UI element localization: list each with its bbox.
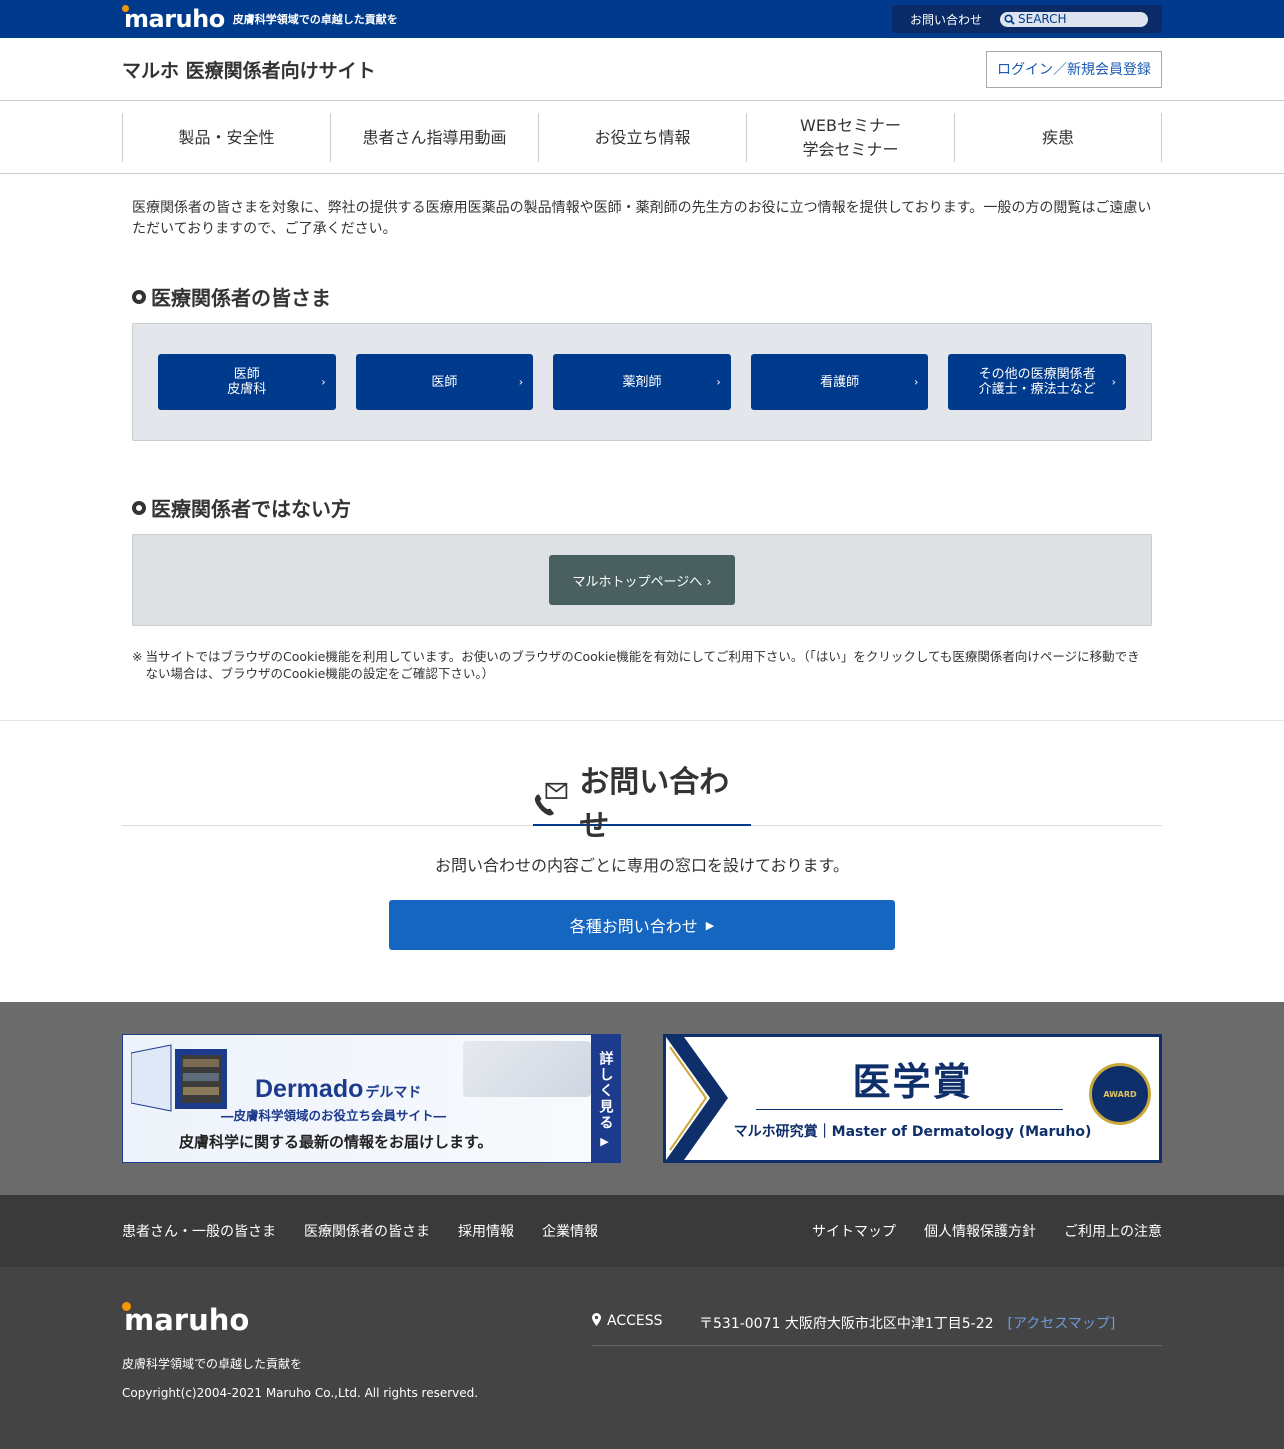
award-divider xyxy=(756,1109,1063,1110)
caret-right-icon: ▶ xyxy=(600,1135,611,1148)
footer-link-sitemap[interactable]: サイトマップ xyxy=(812,1221,896,1241)
dermado-banner[interactable]: Dermado デルマド ―皮膚科学領域のお役立ち会員サイト― 皮膚科学に関する最… xyxy=(122,1034,621,1163)
logo-wordmark: maruho xyxy=(122,5,225,33)
cookie-note: ※ 当サイトではブラウザのCookie機能を利用しています。お使いのブラウザのC… xyxy=(132,648,1152,682)
footer-link-medical[interactable]: 医療関係者の皆さま xyxy=(304,1221,430,1241)
chevron-right-icon: › xyxy=(716,375,721,389)
brand-logo[interactable]: maruho 皮膚科学領域での卓越した貢献を xyxy=(122,5,398,33)
footer-link-patients[interactable]: 患者さん・一般の皆さま xyxy=(122,1221,276,1241)
logo-dot-icon xyxy=(122,5,129,12)
brand-tagline: 皮膚科学領域での卓越した貢献を xyxy=(232,13,398,26)
footer-links-left: 患者さん・一般の皆さま 医療関係者の皆さま 採用情報 企業情報 xyxy=(122,1221,626,1241)
profession-panel: 医師 皮膚科 › 医師 › 薬剤師 › 看護師 › その他の医療関係者 介護士・療法… xyxy=(132,323,1152,441)
bookshelf-window-illustration xyxy=(131,1044,227,1112)
footer-link-terms[interactable]: ご利用上の注意 xyxy=(1064,1221,1162,1241)
profession-button-nurse[interactable]: 看護師 › xyxy=(750,354,929,410)
search-placeholder: SEARCH xyxy=(1018,12,1067,26)
nav-products-safety[interactable]: 製品・安全性 xyxy=(122,113,330,162)
footer: maruho 皮膚科学領域での卓越した貢献を Copyright(c)2004-… xyxy=(0,1267,1284,1449)
section-title-non-professionals: 医療関係者ではない方 xyxy=(132,493,1152,522)
utility-area: お問い合わせ SEARCH xyxy=(891,5,1162,33)
dermado-subtitle: ―皮膚科学領域のお役立ち会員サイト― xyxy=(221,1108,447,1123)
access-info: ACCESS 〒531-0071 大阪府大阪市北区中津1丁目5-22 [アクセス… xyxy=(592,1303,1162,1346)
footer-link-recruit[interactable]: 採用情報 xyxy=(458,1221,514,1241)
logo-dot-icon xyxy=(122,1302,131,1311)
login-register-button[interactable]: ログイン／新規会員登録 xyxy=(986,50,1162,88)
profession-button-pharmacist[interactable]: 薬剤師 › xyxy=(553,354,731,410)
profession-button-other[interactable]: その他の医療関係者 介護士・療法士など › xyxy=(948,354,1126,410)
note-mark: ※ xyxy=(132,649,143,664)
dermado-title: Dermado デルマド xyxy=(255,1075,422,1103)
footer-link-privacy[interactable]: 個人情報保護方針 xyxy=(924,1221,1036,1241)
intro-text: 医療関係者の皆さまを対象に、弊社の提供する医療用医薬品の製品情報や医師・薬剤師の… xyxy=(132,200,1152,237)
global-nav: 製品・安全性 患者さん指導用動画 お役立ち情報 WEBセミナー 学会セミナー 疾患 xyxy=(0,101,1284,174)
search-input[interactable]: SEARCH xyxy=(1000,11,1148,27)
medical-award-banner[interactable]: 医学賞 マルホ研究賞｜Master of Dermatology (Maruho… xyxy=(663,1034,1162,1163)
maruho-top-page-button[interactable]: マルホトップページへ › xyxy=(549,555,735,605)
ring-bullet-icon xyxy=(132,289,146,304)
copyright: Copyright(c)2004-2021 Maruho Co.,Ltd. Al… xyxy=(122,1386,479,1400)
search-icon xyxy=(1004,13,1015,25)
top-bar: maruho 皮膚科学領域での卓越した貢献を お問い合わせ SEARCH xyxy=(0,0,1284,38)
address: 〒531-0071 大阪府大阪市北区中津1丁目5-22 xyxy=(699,1316,994,1332)
dermado-message: 皮膚科学に関する最新の情報をお届けします。 xyxy=(179,1133,493,1151)
access-label: ACCESS xyxy=(607,1313,663,1329)
chevron-right-icon: › xyxy=(1111,375,1116,389)
footer-links-bar: 患者さん・一般の皆さま 医療関係者の皆さま 採用情報 企業情報 サイトマップ 個… xyxy=(0,1195,1284,1267)
map-pin-icon xyxy=(592,1313,601,1326)
nav-useful-info[interactable]: お役立ち情報 xyxy=(538,113,746,162)
chevron-right-icon: › xyxy=(518,375,524,389)
caret-right-icon: ▶ xyxy=(705,918,715,932)
footer-logo[interactable]: maruho xyxy=(122,1302,478,1337)
section-title-professionals: 医療関係者の皆さま xyxy=(132,282,1152,311)
ring-bullet-icon xyxy=(132,500,146,515)
contact-header: お問い合わせ xyxy=(122,765,1162,844)
contact-section: お問い合わせ お問い合わせの内容ごとに専用の窓口を設けております。 各種お問い合… xyxy=(0,721,1284,1002)
nav-diseases[interactable]: 疾患 xyxy=(954,113,1162,162)
site-header: マルホ 医療関係者向けサイト ログイン／新規会員登録 xyxy=(0,38,1284,101)
award-title: 医学賞 xyxy=(852,1060,973,1104)
footer-link-company[interactable]: 企業情報 xyxy=(542,1221,598,1241)
doctors-photo xyxy=(463,1041,591,1097)
award-badge-icon: AWARD xyxy=(1089,1063,1151,1125)
contact-inquiries-button[interactable]: 各種お問い合わせ ▶ xyxy=(389,900,895,950)
profession-button-doctor[interactable]: 医師 › xyxy=(355,354,534,410)
cookie-note-text: 当サイトではブラウザのCookie機能を利用しています。お使いのブラウザのCoo… xyxy=(145,649,1140,681)
site-title[interactable]: マルホ 医療関係者向けサイト xyxy=(122,56,376,83)
main-content: 医療関係者の皆さまを対象に、弊社の提供する医療用医薬品の製品情報や医師・薬剤師の… xyxy=(0,174,1284,721)
dermado-more-button[interactable]: 詳しく見る ▶ xyxy=(591,1035,620,1162)
profession-button-dermatologist[interactable]: 医師 皮膚科 › xyxy=(158,354,336,410)
phone-mail-icon xyxy=(534,782,568,815)
footer-tagline: 皮膚科学領域での卓越した貢献を xyxy=(122,1357,303,1371)
contact-title: お問い合わせ xyxy=(533,765,751,844)
chevron-right-icon: › xyxy=(913,375,919,389)
award-subtitle: マルホ研究賞｜Master of Dermatology (Maruho) xyxy=(733,1124,1092,1140)
nav-patient-videos[interactable]: 患者さん指導用動画 xyxy=(330,113,538,162)
footer-brand: maruho 皮膚科学領域での卓越した貢献を Copyright(c)2004-… xyxy=(122,1302,479,1400)
contact-description: お問い合わせの内容ごとに専用の窓口を設けております。 xyxy=(435,856,849,875)
top-contact-link[interactable]: お問い合わせ xyxy=(910,11,982,28)
access-map-link[interactable]: [アクセスマップ] xyxy=(1008,1313,1116,1333)
banner-area: Dermado デルマド ―皮膚科学領域のお役立ち会員サイト― 皮膚科学に関する最… xyxy=(0,1002,1284,1195)
footer-links-right: サイトマップ 個人情報保護方針 ご利用上の注意 xyxy=(784,1221,1162,1241)
nav-seminars[interactable]: WEBセミナー 学会セミナー xyxy=(746,113,954,162)
non-professional-panel: マルホトップページへ › xyxy=(132,534,1152,626)
chevron-right-icon: › xyxy=(321,375,326,389)
